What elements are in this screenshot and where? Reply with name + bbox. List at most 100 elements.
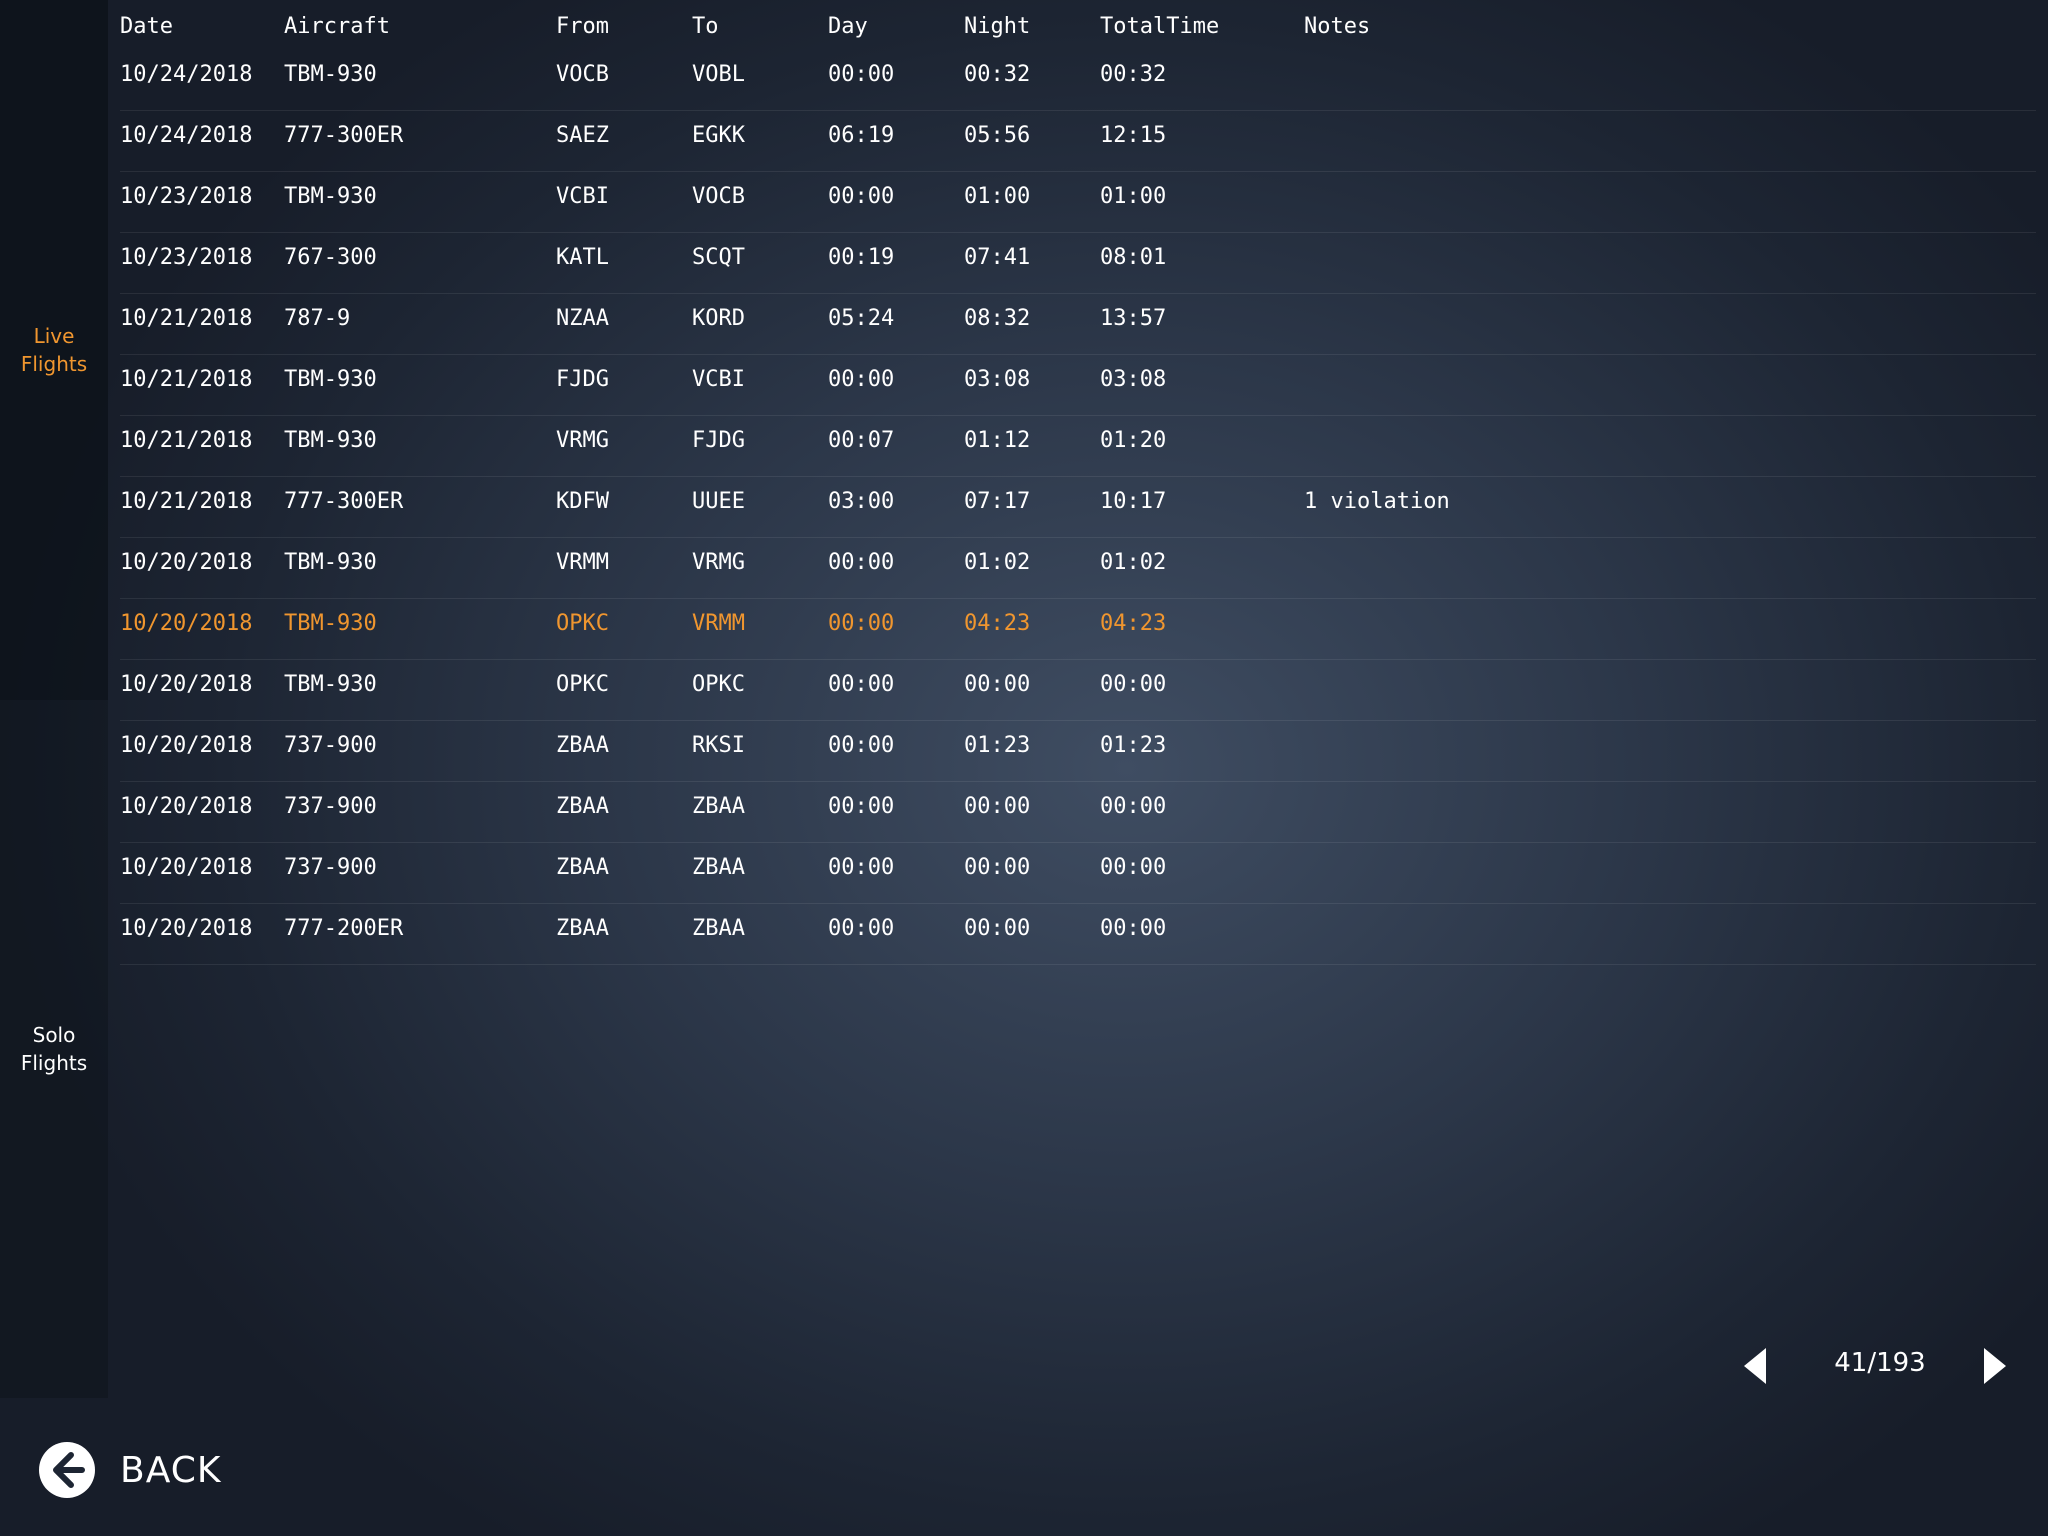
cell-day: 00:00 [828,184,895,209]
cell-total-time: 00:32 [1100,62,1167,87]
cell-night: 04:23 [964,611,1031,636]
table-row[interactable]: 10/21/2018 TBM-930 VRMG FJDG 00:07 01:12 01:20 [120,416,2036,477]
cell-from: OPKC [556,672,609,697]
cell-from: KDFW [556,489,609,514]
cell-night: 03:08 [964,367,1031,392]
cell-aircraft: 777-300ER [284,123,404,148]
table-row[interactable]: 10/20/2018 737-900 ZBAA RKSI 00:00 01:23 01:23 [120,721,2036,782]
cell-aircraft: TBM-930 [284,672,377,697]
cell-to: VOBL [692,62,745,87]
cell-aircraft: 777-300ER [284,489,404,514]
cell-night: 00:00 [964,916,1031,941]
header-notes[interactable]: Notes [1304,14,1370,40]
cell-aircraft: TBM-930 [284,428,377,453]
cell-notes: 1 violation [1304,489,1450,514]
cell-total-time: 00:00 [1100,794,1167,819]
table-row[interactable]: 10/20/2018 TBM-930 OPKC OPKC 00:00 00:00 00:00 [120,660,2036,721]
table-row[interactable]: 10/20/2018 TBM-930 VRMM VRMG 00:00 01:02 01:02 [120,538,2036,599]
cell-date: 10/21/2018 [120,428,253,453]
header-from[interactable]: From [556,14,609,40]
cell-day: 00:19 [828,245,895,270]
cell-to: EGKK [692,123,745,148]
cell-night: 07:17 [964,489,1031,514]
pager: 41/193 [1740,1340,2020,1390]
cell-day: 06:19 [828,123,895,148]
cell-day: 05:24 [828,306,895,331]
table-row[interactable]: 10/20/2018 777-200ER ZBAA ZBAA 00:00 00:00 00:… [120,904,2036,965]
tab-live-flights[interactable]: Live Flights [0,0,108,700]
cell-night: 00:32 [964,62,1031,87]
cell-from: OPKC [556,611,609,636]
cell-total-time: 08:01 [1100,245,1167,270]
cell-date: 10/24/2018 [120,123,253,148]
table-row[interactable]: 10/23/2018 767-300 KATL SCQT 00:19 07:41 08:01 [120,233,2036,294]
tab-solo-flights-label: Solo Flights [21,1021,87,1077]
cell-night: 00:00 [964,672,1031,697]
header-day[interactable]: Day [828,14,868,40]
cell-to: ZBAA [692,916,745,941]
arrow-left-circle-icon [39,1442,95,1498]
cell-total-time: 12:15 [1100,123,1167,148]
cell-total-time: 01:02 [1100,550,1167,575]
cell-date: 10/20/2018 [120,733,253,758]
cell-date: 10/20/2018 [120,550,253,575]
table-row[interactable]: 10/24/2018 777-300ER SAEZ EGKK 06:19 05:56 12:… [120,111,2036,172]
cell-to: SCQT [692,245,745,270]
cell-aircraft: 737-900 [284,733,377,758]
cell-date: 10/21/2018 [120,306,253,331]
cell-from: KATL [556,245,609,270]
cell-date: 10/20/2018 [120,916,253,941]
cell-from: VRMG [556,428,609,453]
triangle-right-icon[interactable] [1980,1346,2010,1386]
cell-from: VRMM [556,550,609,575]
cell-aircraft: 777-200ER [284,916,404,941]
cell-day: 00:07 [828,428,895,453]
header-aircraft[interactable]: Aircraft [284,14,390,40]
cell-date: 10/20/2018 [120,855,253,880]
header-night[interactable]: Night [964,14,1030,40]
cell-day: 03:00 [828,489,895,514]
back-button[interactable]: BACK [38,1440,221,1500]
header-total-time[interactable]: TotalTime [1100,14,1219,40]
cell-to: VOCB [692,184,745,209]
cell-to: VCBI [692,367,745,392]
header-date[interactable]: Date [120,14,173,40]
table-row[interactable]: 10/20/2018 737-900 ZBAA ZBAA 00:00 00:00 00:00 [120,782,2036,843]
cell-aircraft: TBM-930 [284,550,377,575]
cell-date: 10/21/2018 [120,489,253,514]
table-row[interactable]: 10/21/2018 787-9 NZAA KORD 05:24 08:32 13:57 [120,294,2036,355]
cell-to: UUEE [692,489,745,514]
cell-to: KORD [692,306,745,331]
back-label: BACK [120,1449,222,1491]
cell-from: ZBAA [556,855,609,880]
table-row[interactable]: 10/21/2018 TBM-930 FJDG VCBI 00:00 03:08 03:08 [120,355,2036,416]
cell-from: VCBI [556,184,609,209]
cell-date: 10/24/2018 [120,62,253,87]
cell-from: ZBAA [556,916,609,941]
table-header: Date Aircraft From To Day Night TotalTim… [120,0,2036,50]
triangle-left-icon[interactable] [1740,1346,1770,1386]
cell-date: 10/23/2018 [120,184,253,209]
cell-night: 08:32 [964,306,1031,331]
cell-total-time: 00:00 [1100,672,1167,697]
cell-night: 01:02 [964,550,1031,575]
table-row[interactable]: 10/20/2018 TBM-930 OPKC VRMM 00:00 04:23 04:23 [120,599,2036,660]
cell-day: 00:00 [828,611,895,636]
cell-aircraft: TBM-930 [284,367,377,392]
cell-to: ZBAA [692,794,745,819]
cell-day: 00:00 [828,550,895,575]
cell-night: 07:41 [964,245,1031,270]
table-row[interactable]: 10/20/2018 737-900 ZBAA ZBAA 00:00 00:00 00:00 [120,843,2036,904]
cell-from: VOCB [556,62,609,87]
header-to[interactable]: To [692,14,719,40]
cell-from: NZAA [556,306,609,331]
cell-total-time: 00:00 [1100,916,1167,941]
table-row[interactable]: 10/24/2018 TBM-930 VOCB VOBL 00:00 00:32 00:32 [120,50,2036,111]
table-row[interactable]: 10/21/2018 777-300ER KDFW UUEE 03:00 07:17 10:… [120,477,2036,538]
tab-solo-flights[interactable]: Solo Flights [0,700,108,1398]
cell-day: 00:00 [828,794,895,819]
cell-date: 10/20/2018 [120,611,253,636]
cell-aircraft: 737-900 [284,794,377,819]
cell-from: SAEZ [556,123,609,148]
table-row[interactable]: 10/23/2018 TBM-930 VCBI VOCB 00:00 01:00 01:00 [120,172,2036,233]
